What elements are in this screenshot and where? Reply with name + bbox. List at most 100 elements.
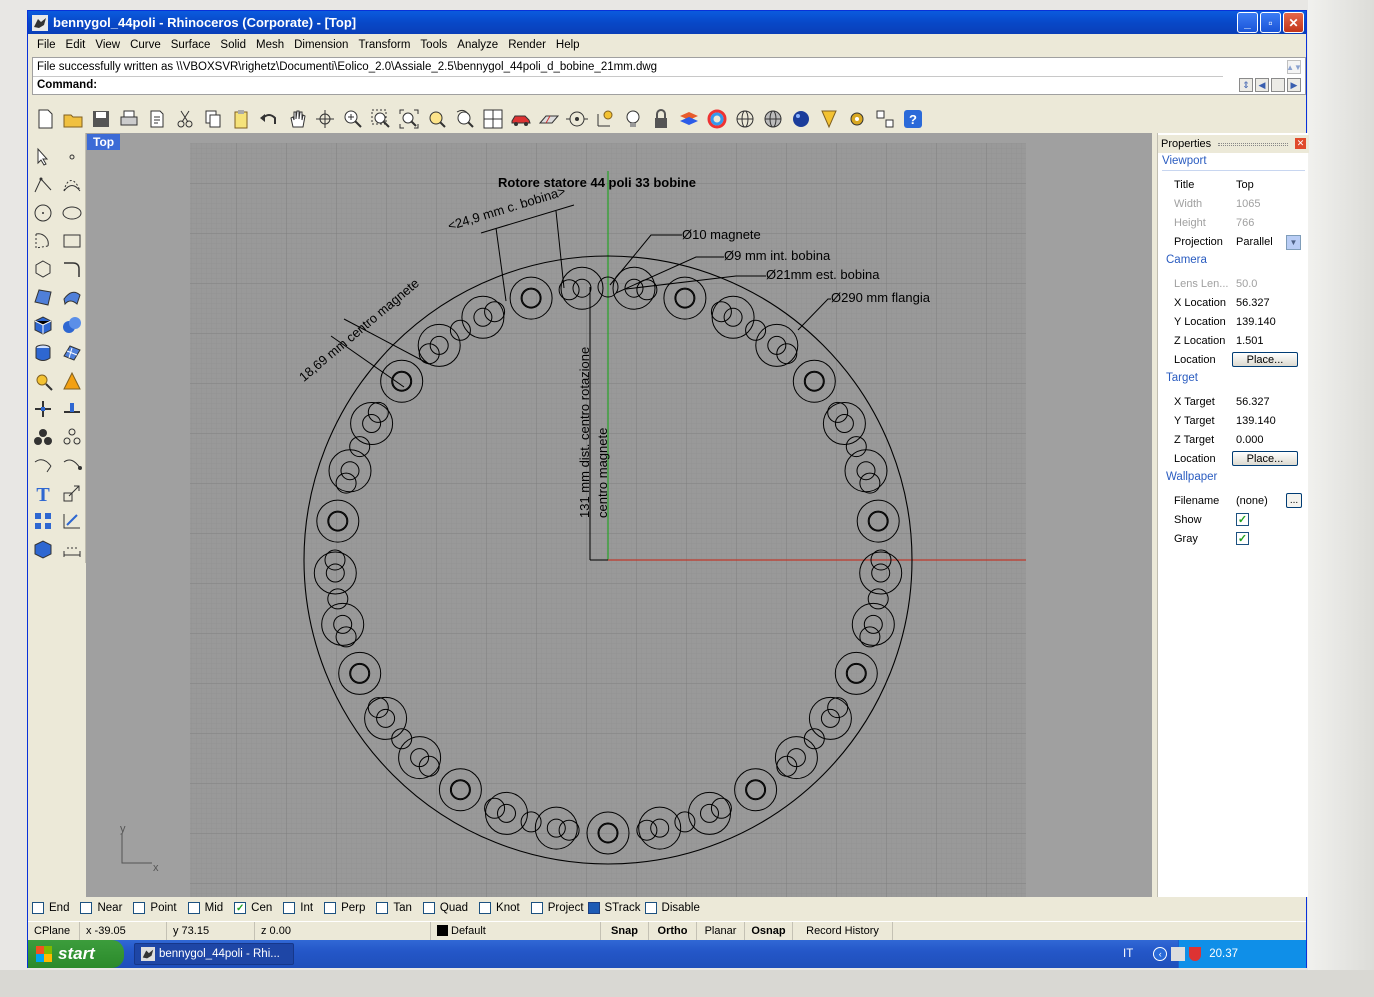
osnap-checkbox[interactable] xyxy=(283,902,296,914)
zoom-window-icon[interactable] xyxy=(368,107,393,132)
polygon-icon[interactable] xyxy=(28,255,57,283)
taskbar-rhino-item[interactable]: bennygol_44poli - Rhi... xyxy=(134,943,294,965)
split-icon[interactable] xyxy=(57,395,86,423)
osnap-perp[interactable]: Perp xyxy=(324,902,365,914)
zoom-extents-icon[interactable] xyxy=(396,107,421,132)
target-place-button[interactable]: Place... xyxy=(1232,451,1298,466)
dimension-icon[interactable] xyxy=(57,535,86,563)
panel-grip[interactable] xyxy=(1218,143,1288,146)
ellipse-icon[interactable] xyxy=(57,199,86,227)
options-gear-icon[interactable] xyxy=(844,107,869,132)
menu-dimension[interactable]: Dimension xyxy=(289,39,353,51)
x-location-field[interactable]: 56.327 xyxy=(1232,293,1302,312)
show-hidden-icons-icon[interactable]: ‹ xyxy=(1153,947,1168,961)
menu-help[interactable]: Help xyxy=(551,39,585,51)
osnap-checkbox[interactable] xyxy=(32,902,44,914)
rectangle-icon[interactable] xyxy=(57,227,86,255)
array-icon[interactable] xyxy=(28,507,57,535)
save-icon[interactable] xyxy=(88,107,113,132)
osnap-checkbox[interactable] xyxy=(644,902,657,914)
help-icon[interactable]: ? xyxy=(900,107,925,132)
light-icon[interactable] xyxy=(620,107,645,132)
filename-field[interactable]: (none) xyxy=(1232,491,1282,510)
color-wheel-icon[interactable] xyxy=(704,107,729,132)
explode-icon[interactable] xyxy=(57,367,86,395)
z-target-field[interactable]: 0.000 xyxy=(1232,430,1302,449)
osnap-disable[interactable]: Disable xyxy=(644,902,700,914)
analyze-icon[interactable] xyxy=(57,507,86,535)
osnap-checkbox[interactable] xyxy=(530,902,543,914)
menu-edit[interactable]: Edit xyxy=(61,39,91,51)
print-icon[interactable] xyxy=(116,107,141,132)
security-shield-icon[interactable] xyxy=(1189,947,1202,961)
osnap-checkbox[interactable] xyxy=(324,902,337,914)
four-viewports-icon[interactable] xyxy=(480,107,505,132)
paste-icon[interactable] xyxy=(228,107,253,132)
ortho-toggle[interactable]: Ortho xyxy=(649,921,697,940)
title-field[interactable]: Top xyxy=(1232,175,1302,194)
undo-view-icon[interactable] xyxy=(452,107,477,132)
history-scroll-button[interactable]: ▲▼ xyxy=(1286,60,1302,74)
properties-close-icon[interactable]: ✕ xyxy=(1295,138,1306,149)
section-viewport[interactable]: Viewport xyxy=(1162,155,1207,167)
menu-tools[interactable]: Tools xyxy=(415,39,452,51)
osnap-checkbox[interactable] xyxy=(422,902,435,914)
osnap-int[interactable]: Int xyxy=(283,902,313,914)
cut-icon[interactable] xyxy=(172,107,197,132)
menu-view[interactable]: View xyxy=(90,39,125,51)
command-scroll-thumb[interactable] xyxy=(1271,78,1285,92)
planar-toggle[interactable]: Planar xyxy=(697,921,745,940)
browse-button[interactable]: ... xyxy=(1286,493,1302,508)
transform-gear-icon[interactable] xyxy=(28,367,57,395)
zoom-selected-icon[interactable] xyxy=(424,107,449,132)
osnap-knot[interactable]: Knot xyxy=(479,902,520,914)
layer-selector[interactable]: Default xyxy=(431,921,601,940)
start-button[interactable]: start xyxy=(28,940,124,968)
osnap-near[interactable]: Near xyxy=(80,902,122,914)
menu-transform[interactable]: Transform xyxy=(353,39,415,51)
osnap-toggle[interactable]: Osnap xyxy=(745,921,793,940)
osnap-checkbox[interactable] xyxy=(80,902,93,914)
point-icon[interactable] xyxy=(57,143,86,171)
car-icon[interactable] xyxy=(508,107,533,132)
open-icon[interactable] xyxy=(60,107,85,132)
toolbar-layout-icon[interactable] xyxy=(872,107,897,132)
snap-toggle[interactable]: Snap xyxy=(601,921,649,940)
fillet-curve-icon[interactable] xyxy=(57,255,86,283)
chevron-down-icon[interactable]: ▼ xyxy=(1286,234,1301,250)
menu-solid[interactable]: Solid xyxy=(215,39,251,51)
command-prompt[interactable]: Command: xyxy=(33,76,1223,94)
shaded-icon[interactable] xyxy=(760,107,785,132)
join-icon[interactable] xyxy=(28,451,57,479)
menu-render[interactable]: Render xyxy=(503,39,551,51)
new-icon[interactable] xyxy=(32,107,57,132)
record-history-toggle[interactable]: Record History xyxy=(793,921,893,940)
restore-button[interactable]: ▫ xyxy=(1260,12,1281,33)
copy-icon[interactable] xyxy=(200,107,225,132)
osnap-point[interactable]: Point xyxy=(133,902,177,914)
trim-icon[interactable] xyxy=(28,395,57,423)
menu-curve[interactable]: Curve xyxy=(125,39,166,51)
render-icon[interactable] xyxy=(816,107,841,132)
rebuild-icon[interactable] xyxy=(57,451,86,479)
command-updown-icon[interactable]: ⇕ xyxy=(1239,78,1253,92)
polyline-icon[interactable] xyxy=(28,171,57,199)
layer-icon[interactable] xyxy=(676,107,701,132)
section-wallpaper[interactable]: Wallpaper xyxy=(1166,471,1217,483)
boolean-union-icon[interactable] xyxy=(57,311,86,339)
osnap-icon[interactable] xyxy=(564,107,589,132)
osnap-end[interactable]: End xyxy=(32,902,69,914)
cplane-label[interactable]: CPlane xyxy=(28,921,80,940)
rotate-view-icon[interactable] xyxy=(312,107,337,132)
osnap-mid[interactable]: Mid xyxy=(187,902,223,914)
select-arrow-icon[interactable] xyxy=(28,143,57,171)
menu-surface[interactable]: Surface xyxy=(166,39,216,51)
z-location-field[interactable]: 1.501 xyxy=(1232,331,1302,350)
top-viewport[interactable]: Top Rotore statore 44 poli 33 bobine Ø10… xyxy=(86,133,1152,897)
mesh-icon[interactable] xyxy=(57,339,86,367)
command-left-icon[interactable]: ◀ xyxy=(1255,78,1269,92)
y-location-field[interactable]: 139.140 xyxy=(1232,312,1302,331)
language-indicator[interactable]: IT xyxy=(1123,948,1133,960)
properties-icon[interactable] xyxy=(144,107,169,132)
arc-icon[interactable] xyxy=(28,227,57,255)
